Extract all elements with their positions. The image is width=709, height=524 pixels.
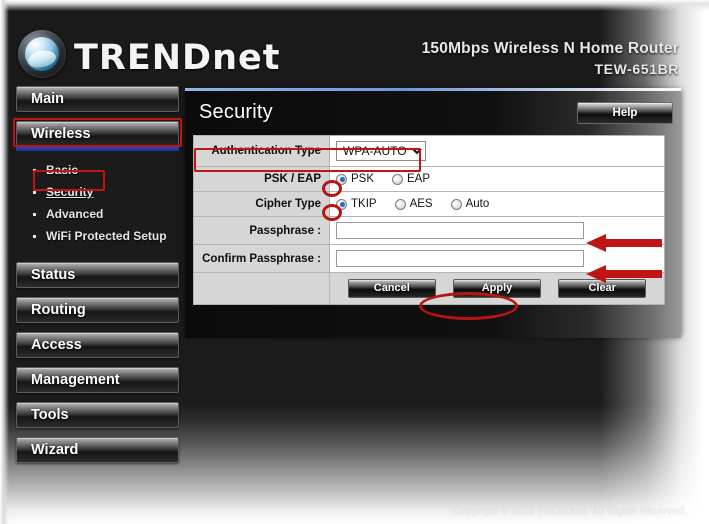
table-row-psk-eap: PSK / EAP PSK EAP xyxy=(193,166,665,192)
radio-eap-icon[interactable] xyxy=(392,173,404,185)
wireless-submenu: Basic Security Advanced WiFi Protected S… xyxy=(16,156,179,253)
table-row-actions: Cancel Apply Clear xyxy=(193,272,665,305)
radio-option-eap[interactable]: EAP xyxy=(392,173,430,185)
radio-option-aes[interactable]: AES xyxy=(394,198,433,210)
sidebar-item-access[interactable]: Access xyxy=(16,332,179,358)
sidebar-item-status[interactable]: Status xyxy=(16,262,179,288)
table-row-cipher-type: Cipher Type TKIP AES Auto xyxy=(193,191,665,217)
clear-button[interactable]: Clear xyxy=(558,279,647,298)
radio-auto-label: Auto xyxy=(465,198,490,210)
bullet-icon xyxy=(33,191,36,194)
sidebar-item-wireless[interactable]: Wireless xyxy=(16,121,179,151)
psk-eap-radio-group: PSK EAP xyxy=(336,173,658,185)
sidebar-item-management[interactable]: Management xyxy=(16,367,179,393)
sidebar-group-wireless: Wireless Basic Security Advanced WiFi Pr… xyxy=(16,121,179,253)
sidebar-subitem-label: WiFi Protected Setup xyxy=(46,229,167,243)
sidebar-item-basic[interactable]: Basic xyxy=(16,159,179,181)
radio-auto-icon[interactable] xyxy=(450,198,462,210)
sidebar-item-tools[interactable]: Tools xyxy=(16,402,179,428)
actions-cell: Cancel Apply Clear xyxy=(329,272,665,305)
content-panel-body: Security Help Authentication Type WPA-AU… xyxy=(185,91,681,338)
product-line-label: 150Mbps Wireless N Home Router xyxy=(421,40,679,57)
table-row-auth-type: Authentication Type WPA-AUTO xyxy=(193,135,665,167)
psk-eap-value-cell: PSK EAP xyxy=(329,166,665,192)
router-admin-page: TRENDnet 150Mbps Wireless N Home Router … xyxy=(0,0,709,524)
sidebar-item-main[interactable]: Main xyxy=(16,86,179,112)
radio-tkip-label: TKIP xyxy=(351,198,377,210)
sidebar-subitem-label: Security xyxy=(46,185,94,199)
confirm-passphrase-input[interactable] xyxy=(336,250,584,267)
sidebar-subitem-label: Basic xyxy=(46,163,79,177)
sidebar-subitem-label: Advanced xyxy=(46,207,104,221)
brand-wordmark: TRENDnet xyxy=(74,38,281,78)
confirm-passphrase-value-cell xyxy=(329,244,665,273)
bullet-icon xyxy=(33,169,36,172)
radio-eap-label: EAP xyxy=(407,173,431,185)
page-title: Security xyxy=(199,101,273,123)
sidebar-item-advanced[interactable]: Advanced xyxy=(16,203,179,225)
cipher-type-radio-group: TKIP AES Auto xyxy=(336,198,658,210)
passphrase-input[interactable] xyxy=(336,222,584,239)
psk-eap-label: PSK / EAP xyxy=(193,166,330,192)
cipher-type-label: Cipher Type xyxy=(193,191,330,217)
passphrase-value-cell xyxy=(329,216,665,245)
footer-copyright: Copyright © 2010 TRENDnet. All Rights Re… xyxy=(453,506,687,517)
security-settings-form: Authentication Type WPA-AUTO PSK / EAP P… xyxy=(193,135,665,305)
table-row-passphrase: Passphrase : xyxy=(193,216,665,245)
sidebar-item-wizard[interactable]: Wizard xyxy=(16,437,179,463)
sidebar-item-routing[interactable]: Routing xyxy=(16,297,179,323)
auth-type-value-cell: WPA-AUTO xyxy=(329,135,665,167)
passphrase-label: Passphrase : xyxy=(193,216,330,245)
bullet-icon xyxy=(33,213,36,216)
radio-option-auto[interactable]: Auto xyxy=(450,198,490,210)
radio-aes-icon[interactable] xyxy=(394,198,406,210)
cancel-button[interactable]: Cancel xyxy=(347,279,436,298)
radio-psk-icon[interactable] xyxy=(336,173,347,185)
radio-option-psk[interactable]: PSK xyxy=(336,173,374,185)
radio-option-tkip[interactable]: TKIP xyxy=(336,198,377,210)
radio-tkip-icon[interactable] xyxy=(336,198,347,210)
cipher-type-value-cell: TKIP AES Auto xyxy=(329,191,665,217)
apply-button[interactable]: Apply xyxy=(453,279,541,298)
table-row-confirm-passphrase: Confirm Passphrase : xyxy=(193,244,665,273)
actions-spacer-cell xyxy=(193,272,330,305)
sidebar-item-security[interactable]: Security xyxy=(16,181,179,203)
auth-type-select[interactable]: WPA-AUTO xyxy=(336,141,426,161)
help-button[interactable]: Help xyxy=(577,102,673,124)
sidebar-item-wifi-protected-setup[interactable]: WiFi Protected Setup xyxy=(16,225,179,247)
radio-psk-label: PSK xyxy=(351,173,375,185)
confirm-passphrase-label: Confirm Passphrase : xyxy=(193,244,330,273)
trendnet-orb-icon xyxy=(18,30,66,78)
bullet-icon xyxy=(33,235,36,238)
model-number-label: TEW-651BR xyxy=(594,61,679,77)
radio-aes-label: AES xyxy=(409,198,433,210)
content-panel: Security Help Authentication Type WPA-AU… xyxy=(185,88,681,338)
sidebar-nav: Main Wireless Basic Security Advanced Wi… xyxy=(16,86,179,472)
auth-type-label: Authentication Type xyxy=(193,135,330,167)
page-header: TRENDnet 150Mbps Wireless N Home Router … xyxy=(0,8,709,86)
product-info: 150Mbps Wireless N Home Router TEW-651BR xyxy=(422,40,679,77)
